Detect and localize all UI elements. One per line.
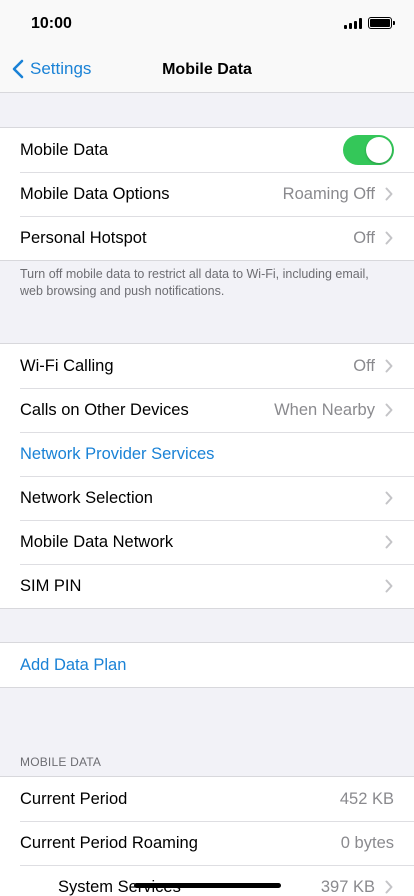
status-icons	[344, 17, 395, 29]
row-calls-on-other-devices[interactable]: Calls on Other Devices When Nearby	[0, 388, 414, 432]
calling-group: Wi-Fi Calling Off Calls on Other Devices…	[0, 343, 414, 609]
row-value: Roaming Off	[282, 184, 375, 203]
mobile-data-group: Mobile Data Mobile Data Options Roaming …	[0, 127, 414, 261]
chevron-right-icon	[385, 880, 394, 894]
row-label: Mobile Data Network	[20, 532, 174, 551]
row-label: SIM PIN	[20, 576, 82, 595]
status-bar: 10:00	[0, 0, 414, 48]
chevron-right-icon	[385, 491, 394, 505]
row-personal-hotspot[interactable]: Personal Hotspot Off	[0, 216, 414, 260]
data-plan-group: Add Data Plan	[0, 642, 414, 688]
row-value: Off	[353, 228, 375, 247]
chevron-right-icon	[385, 579, 394, 593]
chevron-right-icon	[385, 403, 394, 417]
row-value: 397 KB	[320, 877, 375, 896]
chevron-right-icon	[385, 359, 394, 373]
row-value: Off	[353, 356, 375, 375]
navigation-bar: Settings Mobile Data	[0, 48, 414, 93]
row-current-period: Current Period 452 KB	[0, 777, 414, 821]
row-label: Personal Hotspot	[20, 228, 147, 247]
row-mobile-data: Mobile Data	[0, 128, 414, 172]
battery-fill	[370, 19, 390, 27]
row-value: 452 KB	[339, 789, 394, 808]
status-time: 10:00	[31, 15, 72, 32]
chevron-right-icon	[385, 231, 394, 245]
toggle-knob	[366, 137, 392, 163]
row-mobile-data-network[interactable]: Mobile Data Network	[0, 520, 414, 564]
home-indicator[interactable]	[134, 883, 281, 888]
row-network-provider-services[interactable]: Network Provider Services	[0, 432, 414, 476]
row-mobile-data-options[interactable]: Mobile Data Options Roaming Off	[0, 172, 414, 216]
mobile-data-footer: Turn off mobile data to restrict all dat…	[20, 267, 369, 298]
row-label: Mobile Data Options	[20, 184, 170, 203]
row-label: Calls on Other Devices	[20, 400, 189, 419]
row-label: Network Selection	[20, 488, 153, 507]
usage-group: Current Period 452 KB Current Period Roa…	[0, 776, 414, 896]
page-title: Mobile Data	[162, 61, 252, 78]
row-sim-pin[interactable]: SIM PIN	[0, 564, 414, 608]
row-current-period-roaming: Current Period Roaming 0 bytes	[0, 821, 414, 865]
signal-icon	[344, 17, 362, 29]
mobile-data-toggle[interactable]	[343, 135, 394, 165]
section-header-mobile-data: MOBILE DATA	[20, 755, 102, 769]
row-value: When Nearby	[274, 400, 375, 419]
row-network-selection[interactable]: Network Selection	[0, 476, 414, 520]
row-wifi-calling[interactable]: Wi-Fi Calling Off	[0, 344, 414, 388]
device-screen: 10:00 Settings Mobile Data Mobile Data M…	[0, 0, 414, 896]
row-label: Wi-Fi Calling	[20, 356, 114, 375]
network-provider-services-link[interactable]: Network Provider Services	[20, 445, 394, 464]
row-system-services[interactable]: System Services 397 KB	[0, 865, 414, 896]
chevron-right-icon	[385, 187, 394, 201]
add-data-plan-link[interactable]: Add Data Plan	[20, 656, 394, 675]
row-add-data-plan[interactable]: Add Data Plan	[0, 643, 414, 687]
row-value: 0 bytes	[340, 833, 394, 852]
row-label: Current Period Roaming	[20, 833, 198, 852]
chevron-right-icon	[385, 535, 394, 549]
battery-icon	[368, 17, 395, 29]
row-label: Mobile Data	[20, 140, 109, 159]
row-label: Current Period	[20, 789, 128, 808]
